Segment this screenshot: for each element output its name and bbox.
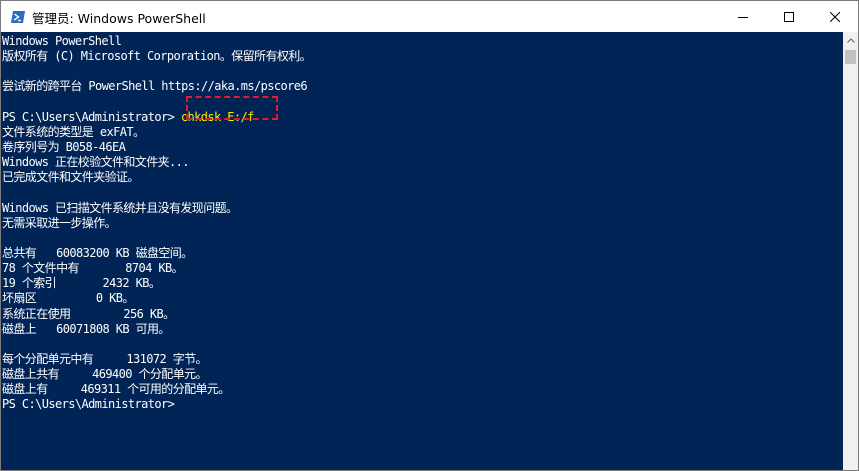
console-line: 卷序列号为 B058-46EA — [2, 139, 126, 154]
window-title: 管理员: Windows PowerShell — [32, 11, 206, 26]
console-line: Windows 已扫描文件系统并且没有发现问题。 — [2, 200, 238, 215]
vertical-scrollbar[interactable] — [843, 32, 858, 470]
minimize-icon — [738, 16, 748, 18]
console-line: 系统正在使用 256 KB。 — [2, 306, 175, 321]
console-line: 尝试新的跨平台 PowerShell https://aka.ms/pscore… — [2, 79, 308, 94]
chevron-up-icon — [846, 38, 855, 43]
console-area[interactable]: Windows PowerShell 版权所有 (C) Microsoft Cor… — [1, 32, 843, 470]
console-line: 文件系统的类型是 exFAT。 — [2, 124, 145, 139]
powershell-window: 管理员: Windows PowerShell Windows PowerShe… — [0, 0, 859, 471]
console-output: Windows PowerShell 版权所有 (C) Microsoft Cor… — [2, 34, 312, 413]
console-line: Windows PowerShell — [2, 34, 122, 48]
title-bar[interactable]: 管理员: Windows PowerShell — [1, 1, 858, 32]
maximize-button[interactable] — [766, 1, 812, 32]
scroll-up-button[interactable] — [843, 32, 858, 49]
console-line: 每个分配单元中有 131072 字节。 — [2, 351, 208, 366]
console-line: 磁盘上有 469311 个可用的分配单元。 — [2, 382, 230, 397]
close-icon — [830, 11, 840, 22]
console-line: 磁盘上 60071808 KB 可用。 — [2, 321, 170, 336]
console-line: Windows 正在校验文件和文件夹... — [2, 155, 189, 170]
command-highlight-box — [186, 96, 278, 120]
console-line: 总共有 60083200 KB 磁盘空间。 — [2, 245, 193, 260]
prompt: PS C:\Users\Administrator> — [2, 109, 181, 124]
console-line: 已完成文件和文件夹验证。 — [2, 170, 139, 185]
console-line: 磁盘上共有 469400 个分配单元。 — [2, 367, 208, 382]
console-line: 坏扇区 0 KB。 — [2, 291, 134, 306]
console-line: 无需采取进一步操作。 — [2, 215, 117, 230]
close-button[interactable] — [812, 1, 858, 32]
console-line: 版权所有 (C) Microsoft Corporation。保留所有权利。 — [2, 49, 312, 64]
minimize-button[interactable] — [720, 1, 766, 32]
console-line: 19 个索引 2432 KB。 — [2, 276, 161, 291]
prompt-line: PS C:\Users\Administrator> — [2, 397, 175, 412]
scroll-thumb[interactable] — [845, 50, 856, 64]
console-line: 78 个文件中有 8704 KB。 — [2, 261, 184, 276]
powershell-icon — [10, 9, 26, 25]
maximize-icon — [784, 11, 794, 22]
